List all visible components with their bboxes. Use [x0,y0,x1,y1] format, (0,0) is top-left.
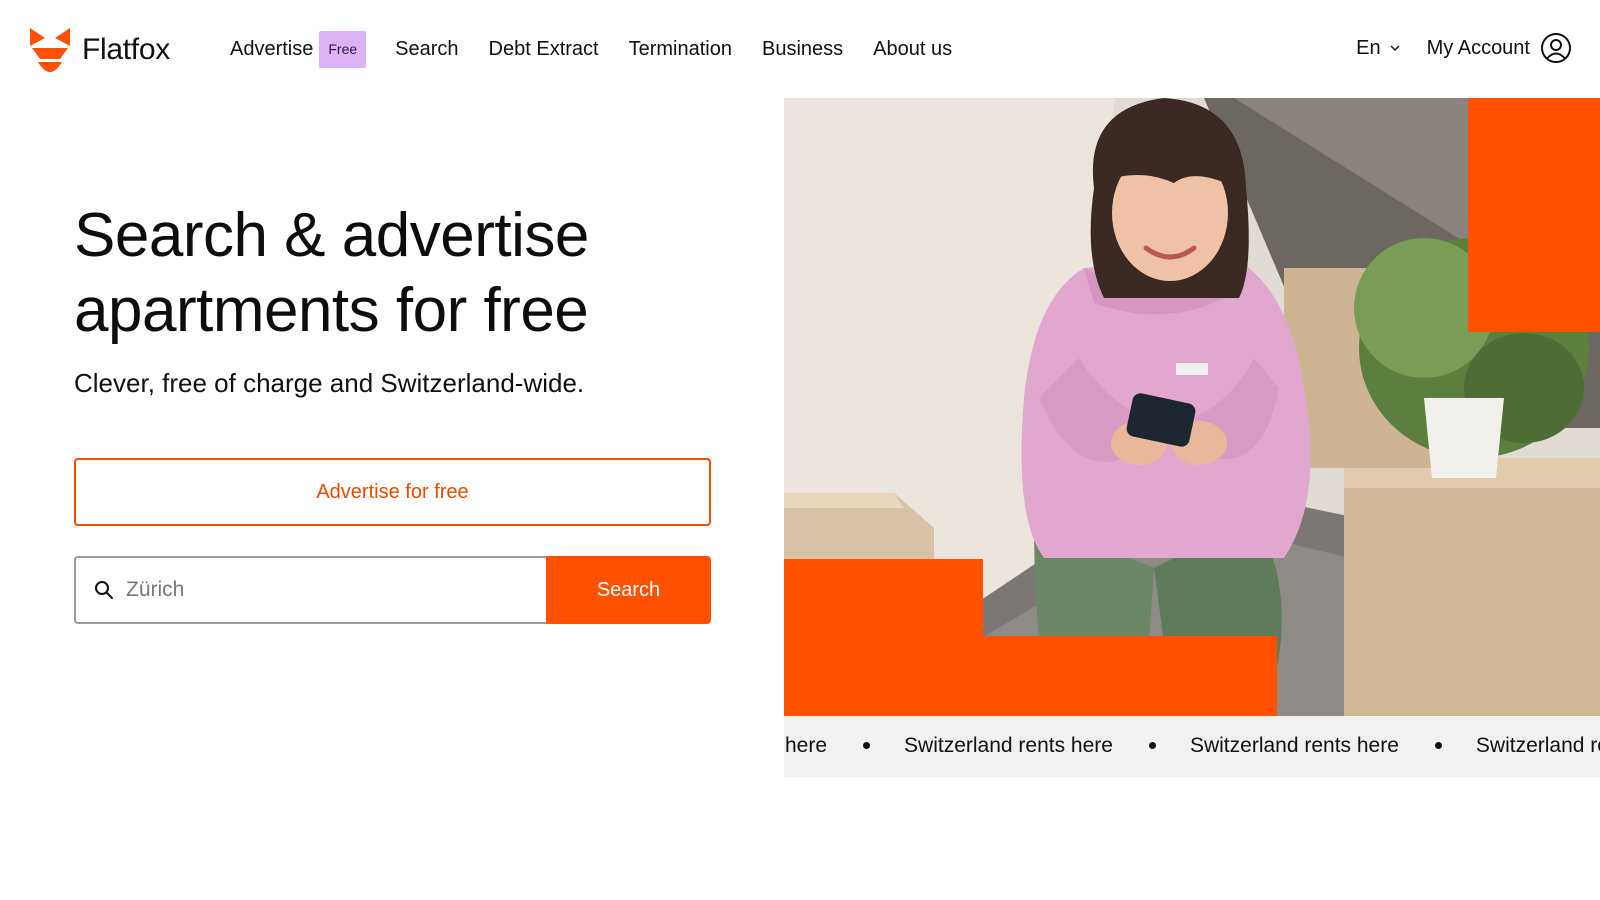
nav-item-business[interactable]: Business [762,38,843,61]
main-nav: Advertise Free Search Debt Extract Termi… [230,30,952,68]
ticker-item: Switzerland rents here [1475,734,1600,757]
language-label: En [1356,36,1381,59]
nav-item-advertise[interactable]: Advertise Free [230,30,367,68]
brand-name: Flatfox [82,33,170,66]
account-label: My Account [1426,36,1530,59]
user-circle-icon [1541,33,1571,63]
advertise-for-free-button[interactable]: Advertise for free [74,458,711,526]
free-badge: Free [319,30,367,68]
marquee-ticker: here Switzerland rents here Switzerland … [784,716,1600,777]
hero-title: Search & advertise apartments for free [74,201,589,345]
header-actions: En My Account [1356,32,1572,64]
brand-logo-link[interactable]: Flatfox [30,26,170,74]
woman-with-phone-illustration [784,98,1600,716]
language-selector[interactable]: En [1356,37,1400,60]
search-form: Search [74,556,711,624]
location-search-input[interactable] [126,578,446,602]
ticker-item: here [785,734,828,757]
nav-item-label: Advertise [230,37,314,60]
bullet-dot-icon [863,741,871,749]
nav-item-debt-extract[interactable]: Debt Extract [489,38,599,61]
fox-logo-icon [30,28,70,72]
search-icon [95,581,113,599]
bullet-dot-icon [1148,741,1156,749]
ticker-item: Switzerland rents here [904,734,1113,757]
nav-item-search[interactable]: Search [395,38,458,61]
ticker-track: here Switzerland rents here Switzerland … [785,734,1600,758]
ticker-item: Switzerland rents here [1189,734,1399,757]
site-header: Flatfox Advertise Free Search Debt Extra… [0,0,1600,98]
my-account-link[interactable]: My Account [1427,32,1572,64]
chevron-down-icon [1390,45,1400,51]
nav-item-termination[interactable]: Termination [629,38,732,61]
nav-item-about-us[interactable]: About us [873,38,952,61]
search-field[interactable] [74,556,546,624]
hero-subtitle: Clever, free of charge and Switzerland-w… [74,368,585,398]
hero-photo [784,98,1600,716]
bullet-dot-icon [1434,741,1442,749]
search-button[interactable]: Search [546,556,711,624]
